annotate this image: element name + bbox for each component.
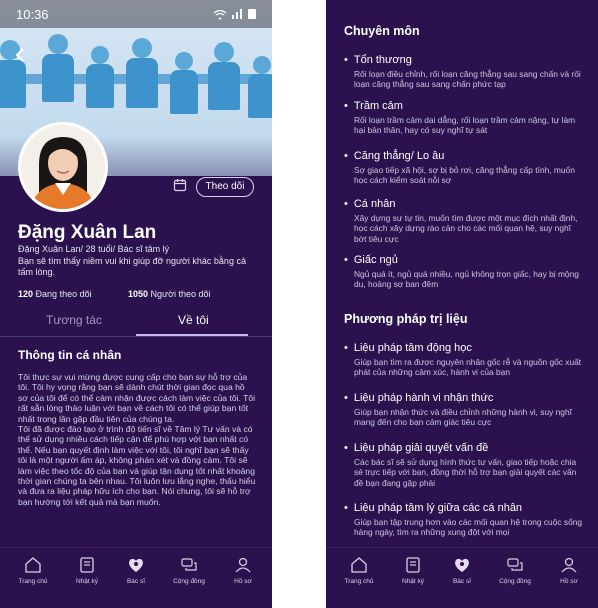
- method-desc: Giúp bạn tìm ra được nguyên nhân gốc rễ …: [354, 357, 582, 378]
- method-title: Liệu pháp hành vi nhận thức: [344, 392, 584, 404]
- method-title: Liệu pháp tâm động học: [344, 342, 584, 354]
- cover-chain-arms: [0, 74, 272, 84]
- method-title: Liệu pháp giải quyết vấn đề: [344, 442, 584, 454]
- tabs-divider: [0, 336, 272, 337]
- specialty-item: Cá nhân Xây dựng sự tự tin, muốn tìm đượ…: [344, 198, 584, 244]
- journal-icon: [406, 557, 420, 573]
- home-icon: [25, 557, 41, 573]
- method-desc: Các bác sĩ sẽ sử dụng hình thức tư vấn, …: [354, 457, 577, 488]
- about-paragraph: Tôi đã được đào tạo ở trình độ tiến sĩ v…: [18, 424, 256, 507]
- back-button[interactable]: [14, 46, 26, 69]
- status-time: 10:36: [16, 7, 49, 22]
- nav-doctor-label: Bác sĩ: [126, 578, 146, 585]
- nav-journal-label: Nhật ký: [401, 578, 425, 585]
- nav-home-label: Trang chủ: [18, 578, 48, 585]
- home-icon: [351, 557, 367, 573]
- bottom-nav: Trang chủ Nhật ký Bác sĩ Cộng đồng Hồ sơ: [0, 547, 272, 608]
- nav-doctor[interactable]: Bác sĩ: [109, 556, 163, 585]
- calendar-icon: [173, 179, 187, 192]
- status-icons: [212, 8, 262, 23]
- method-item: Liệu pháp hành vi nhận thức Giúp bạn nhậ…: [344, 392, 584, 428]
- specialty-desc: Ngủ quá ít, ngủ quá nhiều, ngủ không trọ…: [354, 269, 579, 290]
- nav-journal-label: Nhật ký: [75, 578, 99, 585]
- specialty-item: Căng thẳng/ Lo âu Sợ giao tiếp xã hội, s…: [344, 150, 584, 186]
- nav-community-label: Cộng đồng: [499, 578, 531, 585]
- specialties-title: Chuyên môn: [344, 24, 420, 38]
- profile-icon: [561, 557, 577, 573]
- community-icon: [507, 558, 523, 571]
- doctor-icon: [129, 558, 143, 572]
- nav-profile[interactable]: Hồ sơ: [542, 556, 596, 585]
- specialty-item: Trầm cảm Rối loạn trầm cảm dai dẳng, rối…: [344, 100, 584, 136]
- profile-icon: [235, 557, 251, 573]
- doctor-portrait: [21, 125, 105, 209]
- nav-journal[interactable]: Nhật ký: [60, 556, 114, 585]
- profile-name: Đặng Xuân Lan: [18, 222, 157, 243]
- nav-profile[interactable]: Hồ sơ: [216, 556, 270, 585]
- nav-doctor-label: Bác sĩ: [452, 578, 472, 585]
- method-item: Liệu pháp giải quyết vấn đề Các bác sĩ s…: [344, 442, 584, 488]
- nav-home[interactable]: Trang chủ: [332, 556, 386, 585]
- about-title: Thông tin cá nhân: [18, 348, 122, 362]
- specialty-title: Trầm cảm: [344, 100, 584, 112]
- community-icon: [181, 558, 197, 571]
- nav-home[interactable]: Trang chủ: [6, 556, 60, 585]
- nav-community[interactable]: Cộng đồng: [162, 556, 216, 585]
- nav-community[interactable]: Cộng đồng: [488, 556, 542, 585]
- specialty-desc: Rối loạn điều chỉnh, rối loạn căng thẳng…: [354, 69, 581, 90]
- specialty-desc: Sợ giao tiếp xã hội, sợ bị bỏ rơi, căng …: [354, 165, 575, 186]
- specialty-item: Tổn thương Rối loạn điều chỉnh, rối loạn…: [344, 54, 584, 90]
- doctor-icon: [455, 558, 469, 572]
- following-label: Đang theo dõi: [35, 289, 92, 299]
- profile-details-screen: Chuyên môn Tổn thương Rối loạn điều chỉn…: [326, 0, 598, 608]
- tab-interactions[interactable]: Tương tác: [46, 313, 102, 327]
- specialty-desc: Xây dựng sự tự tin, muốn tìm được một mụ…: [354, 213, 578, 244]
- profile-bio: Bạn sẽ tìm thấy niềm vui khi giúp đỡ ngư…: [18, 256, 246, 277]
- followers-count: 1050: [128, 289, 149, 299]
- specialty-title: Giấc ngủ: [344, 254, 584, 266]
- avatar: [18, 122, 108, 212]
- specialty-title: Căng thẳng/ Lo âu: [344, 150, 584, 162]
- calendar-button[interactable]: [173, 178, 187, 197]
- follow-button[interactable]: Theo dõi: [196, 177, 254, 197]
- followers-stat[interactable]: 1050 Người theo dõi: [128, 289, 211, 299]
- about-paragraph: Tôi thực sự vui mừng được cung cấp cho b…: [18, 372, 256, 424]
- nav-profile-label: Hồ sơ: [560, 578, 578, 585]
- specialty-item: Giấc ngủ Ngủ quá ít, ngủ quá nhiều, ngủ …: [344, 254, 584, 290]
- chevron-left-icon: [15, 48, 24, 62]
- nav-journal[interactable]: Nhật ký: [386, 556, 440, 585]
- nav-doctor[interactable]: Bác sĩ: [435, 556, 489, 585]
- method-desc: Giúp bạn tập trung hơn vào các mối quan …: [354, 517, 583, 538]
- following-stat[interactable]: 120 Đang theo dõi: [18, 289, 92, 299]
- wifi-signal-battery-icon: [213, 9, 256, 20]
- status-bar: 10:36: [0, 0, 272, 28]
- profile-screen: 10:36 Theo dõi Đặng Xuân Lan Đặng Xuân L…: [0, 0, 272, 608]
- profile-tabs: Tương tác Về tôi: [0, 310, 272, 336]
- followers-label: Người theo dõi: [150, 289, 211, 299]
- specialty-title: Tổn thương: [344, 54, 584, 66]
- about-text: Tôi thực sự vui mừng được cung cấp cho b…: [18, 372, 256, 507]
- method-title: Liệu pháp tâm lý giữa các cá nhân: [344, 502, 584, 514]
- method-item: Liệu pháp tâm động học Giúp bạn tìm ra đ…: [344, 342, 584, 378]
- profile-subtitle: Đặng Xuân Lan/ 28 tuổi/ Bác sĩ tâm lý: [18, 244, 170, 254]
- bottom-nav: Trang chủ Nhật ký Bác sĩ Cộng đồng Hồ sơ: [326, 547, 598, 608]
- nav-community-label: Cộng đồng: [173, 578, 205, 585]
- journal-icon: [80, 557, 94, 573]
- nav-home-label: Trang chủ: [344, 578, 374, 585]
- method-desc: Giúp bạn nhận thức và điều chỉnh những h…: [354, 407, 572, 428]
- specialty-desc: Rối loạn trầm cảm dai dẳng, rối loạn trầ…: [354, 115, 576, 136]
- nav-profile-label: Hồ sơ: [234, 578, 252, 585]
- specialty-title: Cá nhân: [344, 198, 584, 210]
- tab-about-me[interactable]: Về tôi: [178, 313, 209, 327]
- following-count: 120: [18, 289, 34, 299]
- methods-title: Phương pháp trị liệu: [344, 312, 468, 326]
- method-item: Liệu pháp tâm lý giữa các cá nhân Giúp b…: [344, 502, 584, 538]
